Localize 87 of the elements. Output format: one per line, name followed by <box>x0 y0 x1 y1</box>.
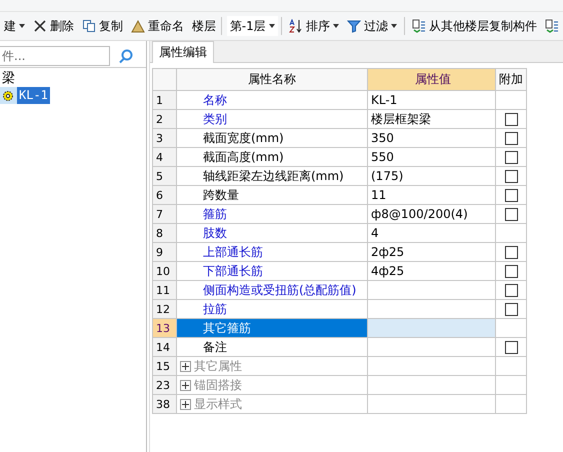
toolbar-button[interactable]: 建 <box>0 15 29 37</box>
property-name[interactable]: 下部通长筋 <box>176 262 368 280</box>
toolbar-button[interactable]: 过滤 <box>343 15 402 37</box>
caret-icon <box>19 24 25 28</box>
expand-button[interactable] <box>180 380 191 390</box>
property-name[interactable]: 侧面构造或受扭筋(总配筋值) <box>176 280 368 300</box>
toolbar-button[interactable]: 重命名 <box>127 15 188 37</box>
checkbox[interactable] <box>504 284 518 298</box>
checkbox[interactable] <box>504 208 518 222</box>
property-value[interactable]: 11 <box>368 186 496 204</box>
checkbox[interactable] <box>504 246 518 260</box>
row-number: 1 <box>152 90 176 110</box>
row-number: 12 <box>152 300 176 318</box>
sort-icon <box>289 19 304 33</box>
caret-icon <box>391 24 398 28</box>
toolbar-button[interactable]: 复制 <box>78 15 127 37</box>
property-value[interactable]: (175) <box>368 166 496 186</box>
property-value[interactable]: 4 <box>368 224 496 242</box>
search-icon[interactable] <box>118 48 134 64</box>
row-number: 3 <box>152 128 176 148</box>
property-name[interactable]: 显示样式 <box>176 394 368 414</box>
floor-label: 楼层 <box>191 18 217 34</box>
checkbox[interactable] <box>504 151 518 164</box>
rename-icon <box>131 19 145 33</box>
column-header: 属性名称 <box>176 68 368 90</box>
column-header: 附加 <box>496 68 526 90</box>
row-number: 11 <box>152 280 176 300</box>
checkbox[interactable] <box>504 113 518 126</box>
property-name[interactable]: 截面高度(mm) <box>176 148 368 166</box>
expand-button[interactable] <box>180 360 191 372</box>
row-number: 2 <box>152 110 176 128</box>
tab[interactable]: 属性编辑 <box>152 41 214 63</box>
tree-item[interactable]: KL-1 <box>17 87 50 104</box>
property-name[interactable]: 上部通长筋 <box>176 242 368 262</box>
row-number: 15 <box>152 356 176 376</box>
row-number: 7 <box>152 204 176 224</box>
checkbox[interactable] <box>504 189 518 202</box>
toolbar-button[interactable]: 从其他楼层复制构件 <box>408 15 541 37</box>
caret-icon <box>333 24 340 28</box>
property-value[interactable]: 2ф25 <box>368 242 496 262</box>
row-number: 4 <box>152 148 176 166</box>
checkbox[interactable] <box>504 170 518 184</box>
search-field[interactable]: 件... <box>0 46 110 66</box>
checkbox[interactable] <box>504 341 518 354</box>
corner-cell <box>152 68 176 90</box>
tree-item[interactable]: 梁 <box>0 70 146 87</box>
property-name[interactable]: 箍筋 <box>176 204 368 224</box>
checkbox[interactable] <box>504 132 518 146</box>
column-header: 属性值 <box>368 68 496 90</box>
row-number: 6 <box>152 186 176 204</box>
property-value[interactable]: 350 <box>368 128 496 148</box>
row-number: 14 <box>152 338 176 356</box>
property-name[interactable]: 跨数量 <box>176 186 368 204</box>
property-name[interactable]: 类别 <box>176 110 368 128</box>
toolbar-button[interactable]: 删除 <box>29 15 78 37</box>
property-name[interactable]: 截面宽度(mm) <box>176 128 368 148</box>
row-number: 13 <box>152 318 176 338</box>
filter-icon <box>347 19 362 33</box>
expand-button[interactable] <box>180 398 191 410</box>
floors-icon <box>412 19 426 33</box>
property-value[interactable]: KL-1 <box>368 90 496 110</box>
checkbox[interactable] <box>504 303 518 316</box>
row-number: 38 <box>152 394 176 414</box>
property-value[interactable]: 4ф25 <box>368 262 496 280</box>
copy-icon <box>82 19 96 33</box>
property-value[interactable]: 550 <box>368 148 496 166</box>
caret-icon <box>269 24 276 28</box>
close-icon <box>33 19 47 33</box>
property-name[interactable]: 备注 <box>176 338 368 356</box>
property-name[interactable]: 肢数 <box>176 224 368 242</box>
property-name[interactable]: 轴线距梁左边线距离(mm) <box>176 166 368 186</box>
row-number: 23 <box>152 376 176 394</box>
floor-select[interactable]: 第-1层 <box>226 16 278 36</box>
checkbox[interactable] <box>504 265 518 278</box>
property-value[interactable]: ф8@100/200(4) <box>368 204 496 224</box>
property-name[interactable]: 名称 <box>176 90 368 110</box>
toolbar-button[interactable]: 排序 <box>285 15 344 37</box>
gear-icon <box>2 90 14 102</box>
floors-icon <box>544 19 559 33</box>
row-number: 5 <box>152 166 176 186</box>
row-number: 8 <box>152 224 176 242</box>
row-number: 10 <box>152 262 176 280</box>
row-number: 9 <box>152 242 176 262</box>
property-name[interactable]: 其它属性 <box>176 356 368 376</box>
property-name[interactable]: 锚固搭接 <box>176 376 368 394</box>
property-value[interactable]: 楼层框架梁 <box>368 110 496 128</box>
property-name[interactable]: 其它箍筋 <box>176 318 368 338</box>
